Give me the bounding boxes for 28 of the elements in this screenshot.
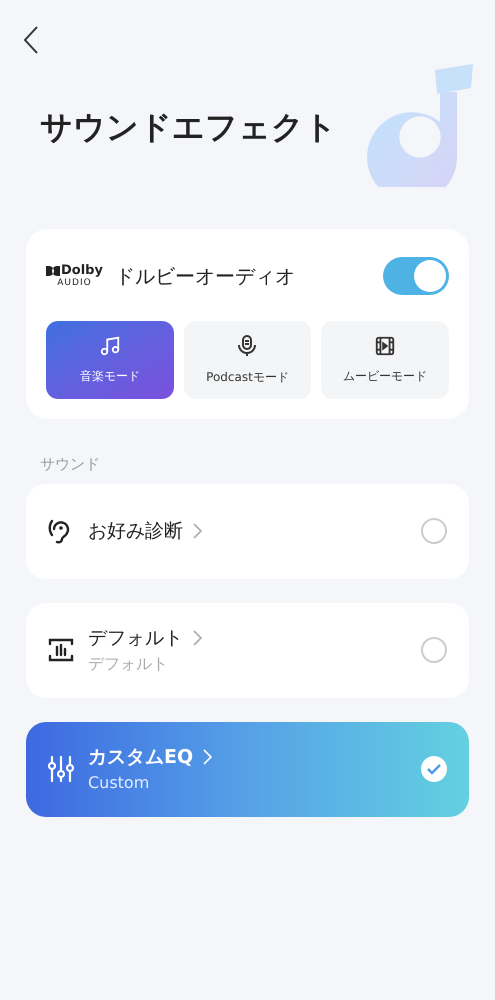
option-title: お好み診断 — [88, 518, 183, 544]
section-label: サウンド — [40, 454, 100, 475]
option-title: カスタムEQ — [88, 744, 194, 770]
mode-tab[interactable]: ムービーモード — [321, 321, 449, 399]
check-icon — [421, 756, 447, 782]
option-title: デフォルト — [88, 626, 183, 651]
dolby-icon — [46, 266, 60, 276]
chevron-icon — [203, 749, 212, 765]
film-icon — [374, 335, 396, 357]
mode-tab[interactable]: 音楽モード — [46, 321, 174, 399]
sound-option-card[interactable]: デフォルト デフォルト — [26, 602, 469, 698]
option-subtitle: Custom — [88, 772, 150, 794]
equalizer-icon — [47, 636, 75, 664]
chevron-icon — [193, 523, 202, 539]
sound-option-card[interactable]: カスタムEQ Custom — [26, 722, 469, 816]
mode-tab[interactable]: Podcastモード — [184, 321, 312, 399]
music-note-icon — [98, 335, 121, 357]
chevron-icon — [193, 630, 202, 646]
dolby-toggle[interactable] — [383, 257, 449, 295]
dolby-audio-label: ドルビーオーディオ — [114, 263, 295, 290]
radio-button[interactable] — [421, 518, 447, 544]
page-title: サウンドエフェクト — [40, 107, 337, 148]
dolby-logo-text: Dolby — [61, 264, 103, 278]
sliders-icon — [47, 754, 75, 784]
option-subtitle: デフォルト — [88, 653, 169, 676]
radio-button[interactable] — [421, 637, 447, 663]
sound-option-card[interactable]: お好み診断 — [26, 484, 469, 578]
audio-logo-text: AUDIO — [57, 278, 92, 288]
